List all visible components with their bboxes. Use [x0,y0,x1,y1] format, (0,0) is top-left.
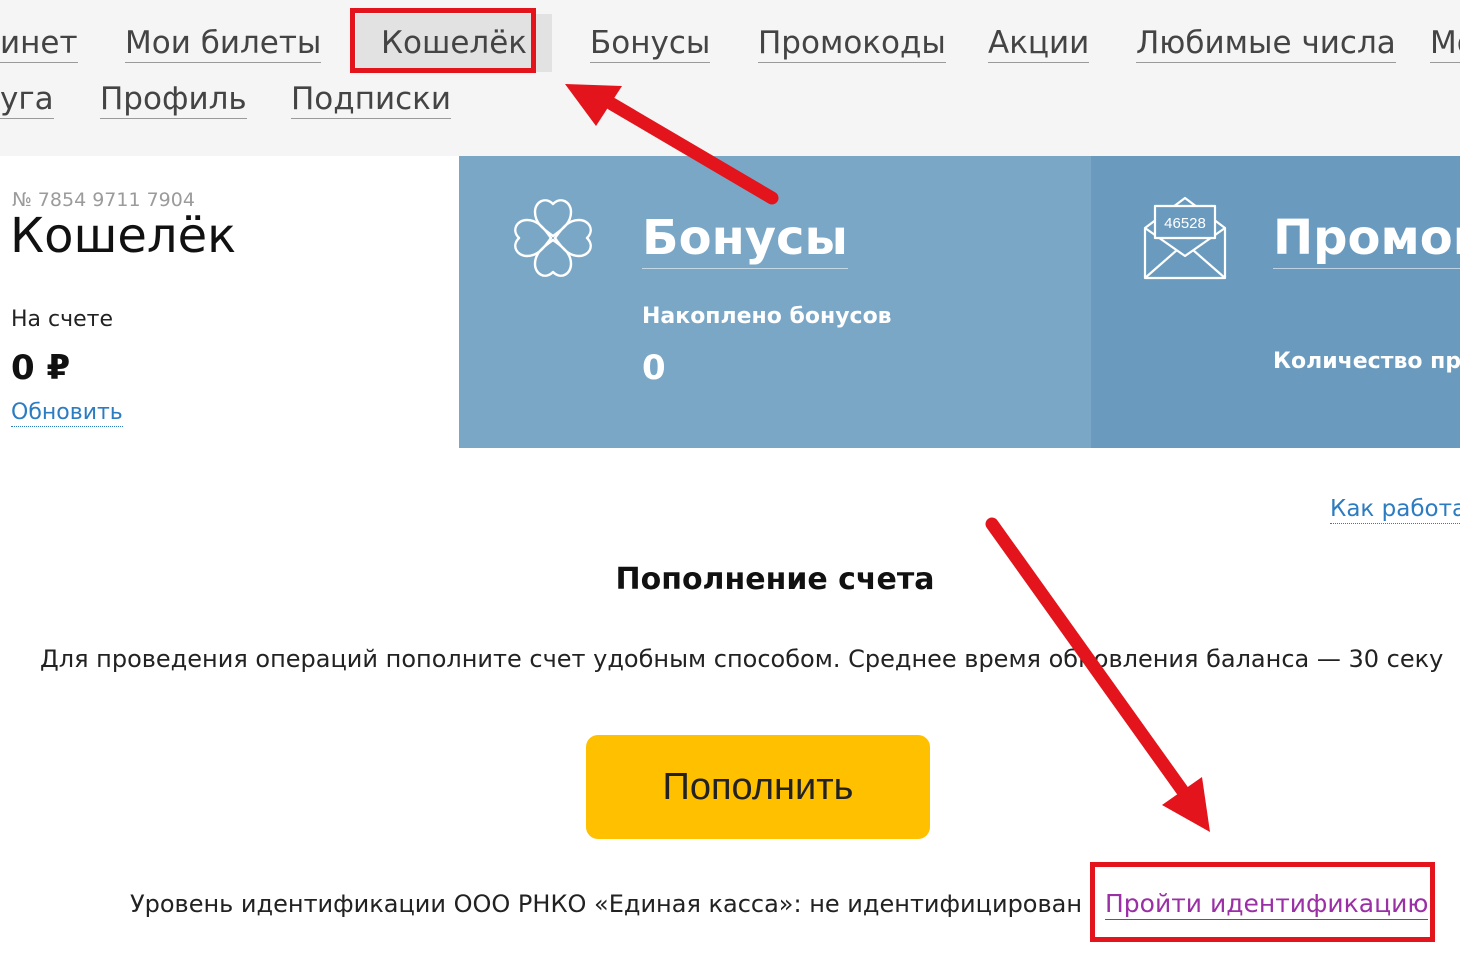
balance-label: На счете [11,307,113,332]
bonus-card-value: 0 [642,348,666,388]
bonus-card[interactable]: Бонусы Накоплено бонусов 0 [459,156,1091,448]
nav-link-profile[interactable]: Профиль [100,80,247,119]
balance-value: 0 ₽ [11,348,71,388]
nav-link-cabinet[interactable]: инет [0,24,78,63]
nav-link-more[interactable]: Мо [1430,24,1460,63]
nav-link-subscriptions[interactable]: Подписки [291,80,452,119]
nav-link-promocodes[interactable]: Промокоды [758,24,946,63]
refresh-link[interactable]: Обновить [11,400,123,427]
topup-description: Для проведения операций пополните счет у… [40,645,1444,673]
bonus-card-label: Накоплено бонусов [642,304,892,329]
nav-link-promotions[interactable]: Акции [988,24,1090,63]
page-title: Кошелёк [10,208,237,264]
nav-link-favorite-numbers[interactable]: Любимые числа [1136,24,1396,63]
highlight-box-identification [1090,862,1435,942]
nav-link-my-tickets[interactable]: Мои билеты [125,24,322,63]
highlight-box-wallet [350,8,536,73]
nav-link-service[interactable]: уга [0,80,54,119]
bonus-card-title[interactable]: Бонусы [642,208,848,269]
promo-card-title[interactable]: Промок [1273,208,1460,269]
promo-card-label: Количество про [1273,349,1460,374]
nav-link-bonuses[interactable]: Бонусы [590,24,711,63]
top-navigation: инет Мои билеты Кошелёк Бонусы Промокоды… [0,0,1460,156]
envelope-icon: 46528 [1143,196,1227,280]
identification-status: Уровень идентификации ООО РНКО «Единая к… [130,890,1083,918]
promo-card[interactable]: 46528 Промок Количество про [1091,156,1460,448]
how-it-works-link[interactable]: Как работае [1330,495,1460,524]
topup-button[interactable]: Пополнить [586,735,930,839]
envelope-code: 46528 [1164,215,1206,232]
topup-heading: Пополнение счета [615,562,935,597]
clover-icon [514,199,592,277]
wallet-summary: № 7854 9711 7904 Кошелёк На счете 0 ₽ Об… [0,156,459,448]
